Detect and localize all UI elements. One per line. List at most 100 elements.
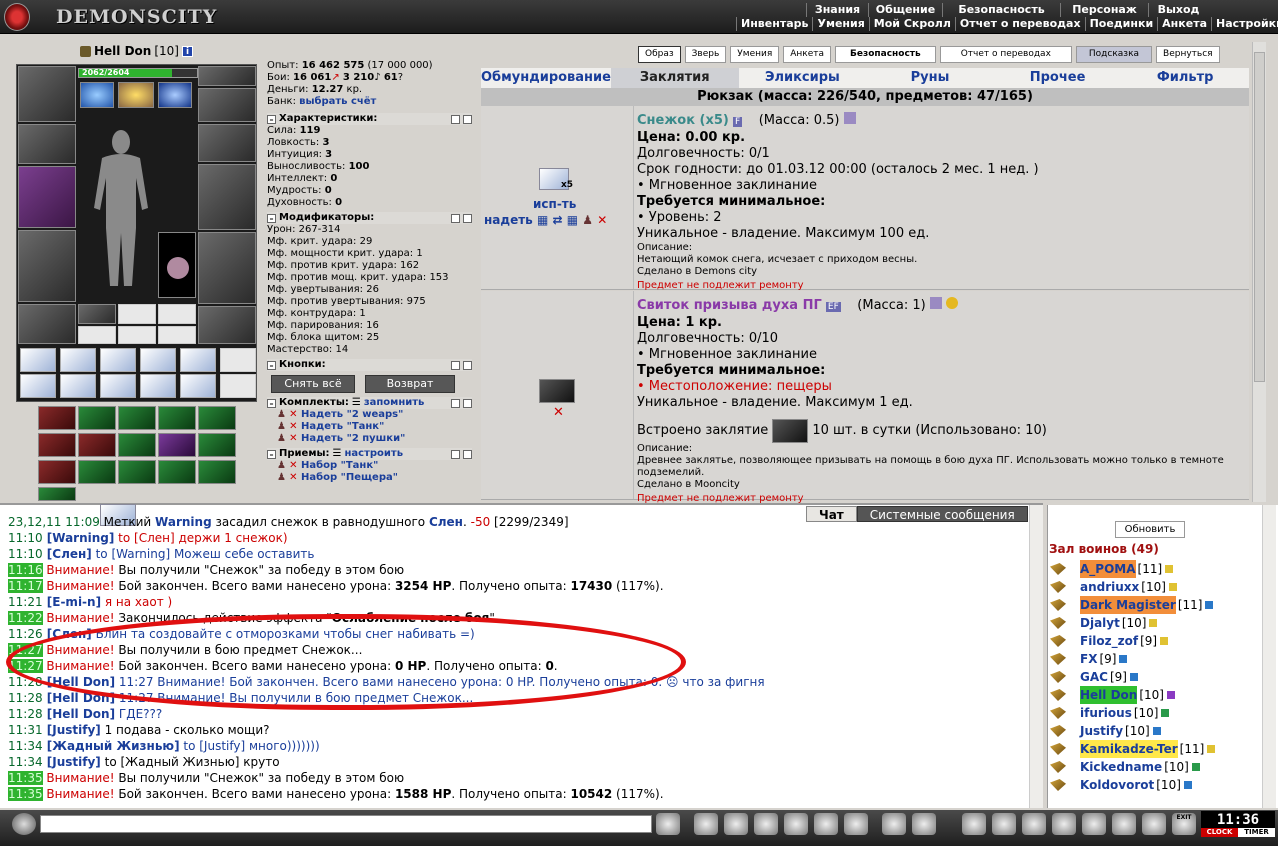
ring-slot[interactable] [78,304,116,324]
warrior-name[interactable]: Djalyt [1080,614,1120,632]
delete-icon[interactable]: ✕ [289,409,301,420]
potion-icon[interactable] [1082,813,1106,835]
boots-slot[interactable] [198,306,256,344]
set-link[interactable]: Надеть "Танк" [301,421,384,432]
up-icon[interactable] [451,360,460,370]
chat-input[interactable] [40,815,652,833]
pl-icon[interactable] [814,813,838,835]
private-message-icon[interactable] [1050,671,1066,683]
clock-label[interactable]: CLOCK [1201,828,1238,837]
skill-icon[interactable] [78,406,116,430]
set-link[interactable]: Надеть "2 пушки" [301,433,405,444]
inventory-scrollbar[interactable] [1252,42,1266,502]
warrior-name[interactable]: Kickedname [1080,758,1162,776]
exit-icon[interactable]: EXIT [1172,813,1196,835]
scroll-slot[interactable] [60,374,96,398]
menu-duels[interactable]: Поединки [1084,17,1158,31]
grid-icon[interactable]: ▦ [537,213,548,227]
warrior-name[interactable]: Filoz_zof [1080,632,1138,650]
skill-icon[interactable] [198,406,236,430]
chat-nick[interactable]: [Слен] [43,547,92,561]
chat-nick[interactable]: [Justify] [43,755,101,769]
ring-slot[interactable] [118,304,156,324]
private-message-icon[interactable] [1050,617,1066,629]
skill-icon[interactable] [198,460,236,484]
collapse-icon[interactable]: – [267,449,276,459]
trick-wear-icon[interactable]: ♟ [277,460,289,471]
ring-slot[interactable] [118,326,156,344]
warrior-name[interactable]: A_POMA [1080,560,1136,578]
embedded-spell-icon[interactable] [772,419,809,443]
scrollbar-thumb[interactable] [1254,52,1265,382]
bank-select-link[interactable]: выбрать счёт [299,96,376,107]
scroll-slot[interactable] [100,374,136,398]
menu-communication[interactable]: Общение [868,3,942,17]
private-message-icon[interactable] [1050,743,1066,755]
earring-slot[interactable] [198,88,256,122]
scroll-icon[interactable] [1022,813,1046,835]
scroll-slot[interactable] [140,374,176,398]
delete-icon[interactable]: ✕ [553,405,564,420]
private-message-icon[interactable] [1050,707,1066,719]
armor-slot[interactable] [18,230,76,302]
collapse-icon[interactable]: – [267,213,276,223]
delete-icon[interactable]: ✕ [289,433,301,444]
tricks-setup-link[interactable]: настроить [345,448,404,460]
chat-nick[interactable]: Warning [155,515,212,529]
refresh-button[interactable]: Обновить [1115,521,1185,538]
warrior-info-icon[interactable] [1128,672,1139,682]
scroll-slot[interactable] [140,348,176,372]
tab-runes[interactable]: Руны [866,68,994,88]
up-icon[interactable] [451,114,460,124]
effect-icon[interactable] [158,82,192,108]
private-message-icon[interactable] [1050,563,1066,575]
up-icon[interactable] [451,213,460,223]
warrior-info-icon[interactable] [1167,582,1178,592]
item-name[interactable]: Снежок (x5) [637,113,729,128]
warrior-name[interactable]: FX [1080,650,1097,668]
private-message-icon[interactable] [1050,599,1066,611]
skill-icon[interactable] [158,433,196,457]
clear-icon[interactable] [694,813,718,835]
tab-image[interactable]: Образ [638,46,681,63]
trick-link[interactable]: Набор "Пещера" [301,472,398,483]
scroll-slot[interactable] [220,348,256,372]
scroll-slot[interactable] [220,374,256,398]
amulet-slot[interactable] [198,66,256,86]
info-icon[interactable]: i [181,45,193,57]
radio-icon[interactable] [912,813,936,835]
chat-nick[interactable]: [Warning] [43,531,115,545]
group-icon[interactable] [1142,813,1166,835]
remove-all-button[interactable]: Снять всё [271,375,355,393]
scroll-slot[interactable] [100,348,136,372]
skill-icon[interactable] [158,406,196,430]
menu-my-scroll[interactable]: Мой Скролл [868,17,955,31]
scroll-slot[interactable] [20,374,56,398]
delete-icon[interactable]: ✕ [289,472,301,483]
trick-wear-icon[interactable]: ♟ [277,472,289,483]
warrior-name[interactable]: andriuxx [1080,578,1139,596]
warrior-info-icon[interactable] [1165,690,1176,700]
collapse-icon[interactable]: – [267,360,276,370]
down-icon[interactable] [463,213,472,223]
helmet-slot[interactable] [18,66,76,122]
private-message-icon[interactable] [1050,581,1066,593]
warrior-info-icon[interactable] [1206,744,1217,754]
transfer-icon[interactable]: ⇄ [552,213,562,227]
warrior-info-icon[interactable] [1118,654,1129,664]
warrior-name[interactable]: Kamikadze-Ter [1080,740,1178,758]
warrior-info-icon[interactable] [1164,564,1175,574]
delete-icon[interactable]: ✕ [597,213,607,227]
chat-nick[interactable]: [Justify] [43,723,101,737]
tab-hint[interactable]: Подсказка [1075,46,1153,63]
down-icon[interactable] [463,114,472,124]
skill-icon[interactable] [158,460,196,484]
warrior-info-icon[interactable] [1204,600,1215,610]
menu-character[interactable]: Персонаж [1060,3,1148,17]
chat-nick[interactable]: [Жадный Жизнью] [43,739,180,753]
warrior-info-icon[interactable] [1148,618,1159,628]
drop-icon[interactable]: ♟ [582,213,593,227]
up-icon[interactable] [451,449,460,459]
tab-pet[interactable]: Зверь [684,46,727,63]
weapon-slot[interactable] [18,166,76,228]
